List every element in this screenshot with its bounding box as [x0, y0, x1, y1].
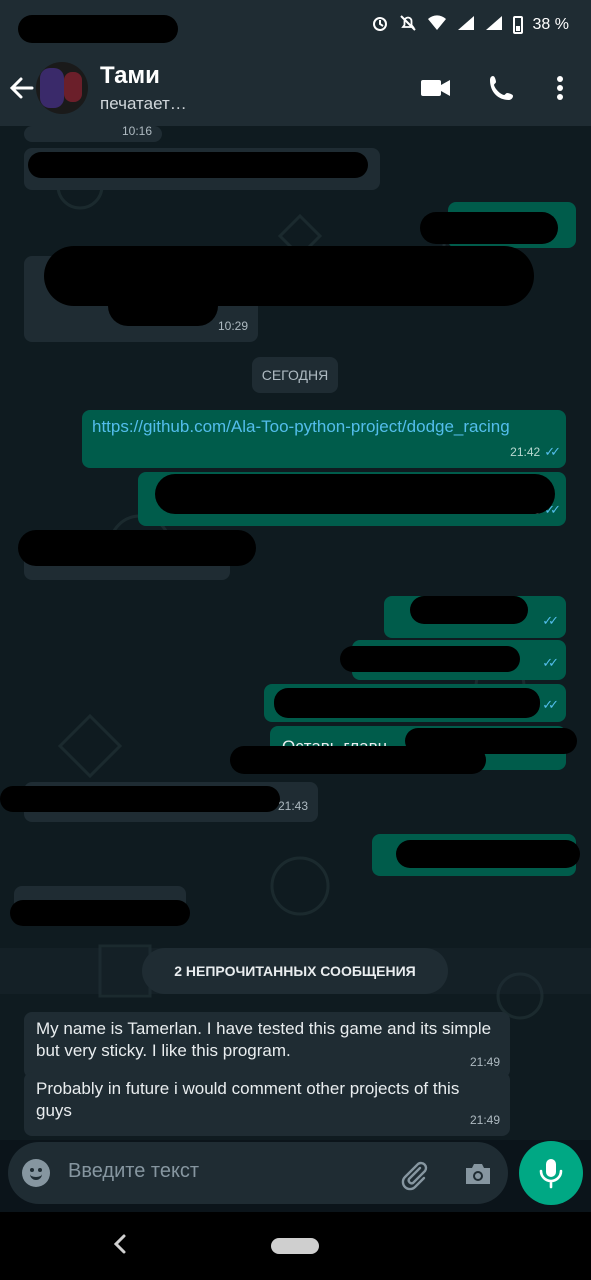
- alarm-icon: [371, 14, 389, 36]
- redaction-mark: [396, 840, 580, 868]
- redaction-mark: [420, 212, 558, 244]
- wifi-icon: [427, 15, 447, 35]
- typing-status: печатает…: [100, 94, 187, 113]
- avatar[interactable]: [36, 62, 88, 114]
- signal-icon: [485, 15, 503, 35]
- message-incoming[interactable]: Probably in future i would comment other…: [24, 1072, 510, 1136]
- phone-icon[interactable]: [484, 70, 520, 106]
- message-time: 21:43: [277, 799, 308, 813]
- signal-icon: [457, 15, 475, 35]
- message-time: 10:29: [217, 319, 248, 333]
- message-incoming[interactable]: 10:16: [24, 126, 162, 142]
- battery-icon: [512, 16, 523, 34]
- mic-button[interactable]: [519, 1141, 583, 1205]
- message-time: 21:49: [469, 1055, 500, 1069]
- redaction-mark: [230, 746, 486, 774]
- redaction-mark: [108, 286, 218, 326]
- redaction-mark: [10, 900, 190, 926]
- read-ticks-icon: ✓✓: [542, 613, 559, 628]
- message-meta: 21:42 ✓✓: [510, 444, 561, 459]
- bell-off-icon: [399, 14, 417, 36]
- video-call-icon[interactable]: [418, 70, 454, 106]
- system-nav-bar: [0, 1212, 591, 1280]
- message-incoming[interactable]: My name is Tamerlan. I have tested this …: [24, 1012, 510, 1078]
- message-text: My name is Tamerlan. I have tested this …: [36, 1019, 492, 1060]
- date-separator: СЕГОДНЯ: [252, 357, 338, 393]
- message-outgoing-link[interactable]: https://github.com/Ala-Too-python-projec…: [82, 410, 566, 468]
- message-composer[interactable]: Введите текст: [8, 1142, 508, 1204]
- status-bar: 38 %: [0, 0, 591, 50]
- unread-messages-badge: 2 НЕПРОЧИТАННЫХ СООБЩЕНИЯ: [142, 948, 448, 994]
- message-text: Probably in future i would comment other…: [36, 1079, 460, 1120]
- nav-home-pill[interactable]: [271, 1238, 319, 1254]
- read-ticks-icon: ✓✓: [544, 444, 561, 459]
- message-time: 21:49: [469, 1113, 500, 1127]
- chat-header: Тами печатает…: [0, 50, 591, 126]
- more-vert-icon[interactable]: [542, 70, 578, 106]
- redaction-mark: [274, 688, 540, 718]
- redaction-mark: [0, 786, 280, 812]
- redaction-mark: [410, 596, 528, 624]
- message-time: 10:16: [121, 126, 152, 138]
- attach-icon[interactable]: [396, 1156, 432, 1192]
- redaction-mark: [340, 646, 520, 672]
- redaction-mark: [18, 530, 256, 566]
- battery-level: 38 %: [532, 16, 569, 33]
- back-arrow-icon[interactable]: [8, 68, 38, 108]
- mic-icon: [539, 1159, 563, 1189]
- message-link[interactable]: https://github.com/Ala-Too-python-projec…: [92, 417, 510, 436]
- camera-icon[interactable]: [460, 1156, 496, 1192]
- nav-back-icon[interactable]: [112, 1232, 128, 1263]
- emoji-icon[interactable]: [22, 1159, 50, 1187]
- contact-name[interactable]: Тами: [100, 62, 160, 90]
- status-icons: 38 %: [371, 14, 569, 36]
- redaction-mark: [28, 152, 368, 178]
- read-ticks-icon: ✓✓: [542, 697, 559, 712]
- message-input[interactable]: Введите текст: [68, 1160, 199, 1183]
- read-ticks-icon: ✓✓: [542, 655, 559, 670]
- redaction-mark: [155, 474, 555, 514]
- redaction-mark: [18, 15, 178, 43]
- chat-area[interactable]: 10:16 10:29 СЕГОДНЯ https://github.com/A…: [0, 126, 591, 1140]
